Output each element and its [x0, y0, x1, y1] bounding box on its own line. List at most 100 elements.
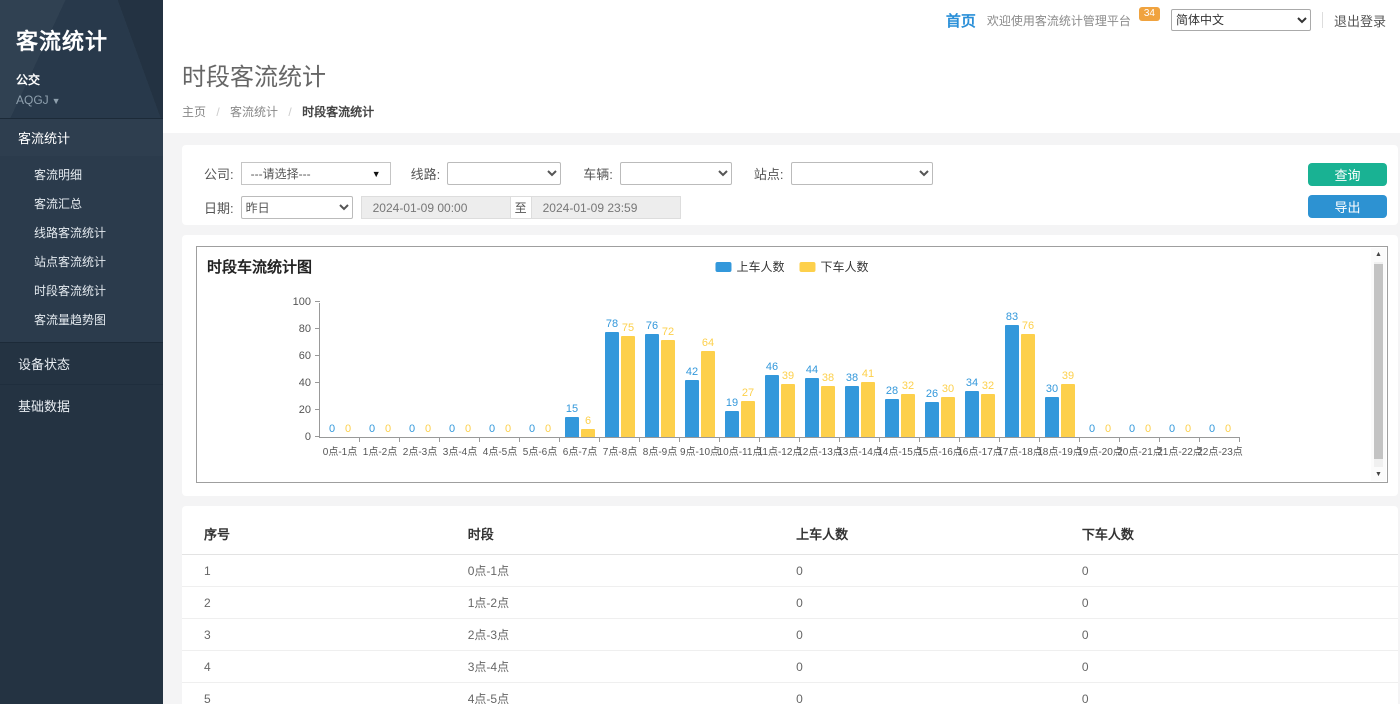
table-cell: 5 [182, 683, 468, 704]
date-from-input[interactable] [361, 196, 511, 219]
bar [981, 394, 995, 437]
bar-group: 1566点-7点 [560, 302, 600, 437]
bar-group: 283214点-15点 [880, 302, 920, 437]
bar-column: 44 [805, 364, 819, 437]
filter-panel: 公司: ---请选择--- ▼ 线路: 车辆: 站点: 日期: 昨日 [182, 145, 1398, 225]
vehicle-select[interactable] [620, 162, 732, 185]
sidebar-subitem[interactable]: 客流汇总 [0, 189, 163, 218]
table-header-cell: 下车人数 [1082, 516, 1398, 555]
bar-column: 27 [741, 387, 755, 437]
bar-value-label: 0 [505, 423, 511, 436]
logout-link[interactable]: 退出登录 [1334, 11, 1386, 30]
company-select[interactable]: ---请选择--- ▼ [241, 162, 391, 185]
sidebar-subitem[interactable]: 时段客流统计 [0, 276, 163, 305]
bar-value-label: 32 [902, 380, 914, 393]
menu-group-passenger-stats: 客流统计 客流明细客流汇总线路客流统计站点客流统计时段客流统计客流量趋势图 [0, 118, 163, 343]
bar-column: 0 [325, 423, 339, 437]
bar [845, 386, 859, 437]
legend-item[interactable]: 下车人数 [800, 258, 869, 275]
bar-value-label: 0 [425, 423, 431, 436]
bar-column: 0 [525, 423, 539, 437]
bar-value-label: 30 [1046, 383, 1058, 396]
bar [805, 378, 819, 437]
sidebar-subitem[interactable]: 客流量趋势图 [0, 305, 163, 334]
legend-swatch [800, 262, 816, 272]
scroll-down-icon[interactable]: ▼ [1375, 468, 1382, 481]
date-to-input[interactable] [531, 196, 681, 219]
x-axis-label: 5点-6点 [523, 443, 557, 458]
bar-group: 443812点-13点 [800, 302, 840, 437]
sidebar-subitem[interactable]: 客流明细 [0, 160, 163, 189]
chart-vertical-scrollbar[interactable]: ▲ ▼ [1371, 248, 1386, 481]
table-cell: 0 [796, 619, 1082, 651]
filter-row-2: 日期: 昨日 至 [204, 196, 1288, 219]
chart-title: 时段车流统计图 [207, 256, 312, 277]
bar-group: 263015点-16点 [920, 302, 960, 437]
query-button[interactable]: 查询 [1308, 163, 1387, 186]
language-select[interactable]: 简体中文 [1171, 9, 1311, 31]
table-cell: 0 [1082, 683, 1398, 704]
bar-group: 000点-1点 [320, 302, 360, 437]
table-row: 43点-4点00 [182, 651, 1398, 683]
company-switcher[interactable]: AQGJ▼ [16, 93, 163, 107]
breadcrumb-home[interactable]: 主页 [182, 105, 206, 119]
station-select[interactable] [791, 162, 933, 185]
bar-column: 64 [701, 337, 715, 437]
table-cell: 3 [182, 619, 468, 651]
y-axis-label: 100 [285, 296, 311, 308]
date-preset-select[interactable]: 昨日 [241, 196, 353, 219]
sidebar-item-passenger-stats[interactable]: 客流统计 [0, 119, 163, 156]
sidebar-item[interactable]: 基础数据 [0, 384, 163, 426]
y-axis-label: 20 [285, 404, 311, 416]
bar-group: 005点-6点 [520, 302, 560, 437]
bar-column: 39 [781, 370, 795, 437]
bar [925, 402, 939, 437]
x-axis-label: 15点-16点 [917, 443, 963, 458]
bar-column: 38 [821, 372, 835, 437]
chart-plot: 000点-1点001点-2点002点-3点003点-4点004点-5点005点-… [319, 303, 1240, 438]
table-row: 10点-1点00 [182, 555, 1398, 587]
sidebar-item[interactable]: 设备状态 [0, 343, 163, 384]
breadcrumb-section[interactable]: 客流统计 [230, 105, 278, 119]
table-row: 32点-3点00 [182, 619, 1398, 651]
notification-badge[interactable]: 34 [1139, 7, 1160, 21]
table-cell: 0 [796, 683, 1082, 704]
legend-item[interactable]: 上车人数 [715, 258, 784, 275]
bar-group: 463911点-12点 [760, 302, 800, 437]
bar-value-label: 42 [686, 366, 698, 379]
bar [965, 391, 979, 437]
x-axis-label: 3点-4点 [443, 443, 477, 458]
scroll-up-icon[interactable]: ▲ [1375, 248, 1382, 261]
home-link[interactable]: 首页 [946, 10, 976, 31]
sidebar-menu: 客流统计 客流明细客流汇总线路客流统计站点客流统计时段客流统计客流量趋势图 设备… [0, 118, 163, 426]
x-axis-label: 10点-11点 [718, 443, 763, 458]
bar-value-label: 0 [545, 423, 551, 436]
bar-value-label: 39 [1062, 370, 1074, 383]
bar-column: 83 [1005, 311, 1019, 437]
sidebar-subitem[interactable]: 站点客流统计 [0, 247, 163, 276]
menu-items: 设备状态基础数据 [0, 343, 163, 426]
y-axis-tick [315, 328, 320, 329]
scrollbar-thumb[interactable] [1374, 264, 1383, 459]
bar-group: 0022点-23点 [1200, 302, 1240, 437]
topbar: 首页 欢迎使用客流统计管理平台 34 简体中文 退出登录 [163, 0, 1400, 40]
x-axis-label: 12点-13点 [797, 443, 843, 458]
y-axis-label: 60 [285, 350, 311, 362]
export-button[interactable]: 导出 [1308, 195, 1387, 218]
y-axis-tick [315, 436, 320, 437]
sidebar-subitem[interactable]: 线路客流统计 [0, 218, 163, 247]
bar-value-label: 0 [1185, 423, 1191, 436]
x-axis-label: 14点-15点 [877, 443, 923, 458]
bar-group: 0020点-21点 [1120, 302, 1160, 437]
scrollbar-track[interactable] [1374, 262, 1383, 467]
x-axis-label: 0点-1点 [323, 443, 357, 458]
bar-value-label: 76 [1022, 320, 1034, 333]
x-axis-label: 22点-23点 [1197, 443, 1243, 458]
bar-value-label: 41 [862, 368, 874, 381]
app-title: 客流统计 [16, 24, 163, 56]
dropdown-triangle-icon: ▼ [372, 169, 381, 179]
line-select[interactable] [447, 162, 561, 185]
bar-value-label: 26 [926, 388, 938, 401]
bar-value-label: 6 [585, 415, 591, 428]
table-cell: 1点-2点 [468, 587, 796, 619]
